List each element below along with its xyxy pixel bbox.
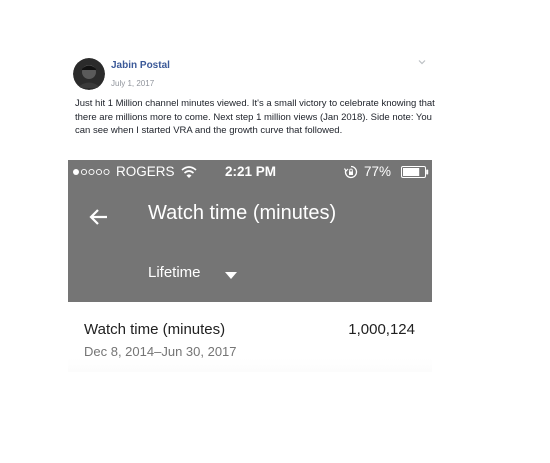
arrow-left-icon[interactable]: [87, 205, 111, 229]
metric-value: 1,000,124: [348, 321, 415, 338]
app-bar: Watch time (minutes) Lifetime: [68, 185, 432, 302]
author-name[interactable]: Jabin Postal: [111, 60, 170, 71]
facebook-post: Jabin Postal July 1, 2017 Just hit 1 Mil…: [0, 0, 550, 463]
rotation-lock-icon: [344, 165, 358, 179]
author-avatar[interactable]: [73, 58, 105, 90]
date-range-dropdown[interactable]: Lifetime: [148, 264, 201, 281]
wifi-icon: [181, 166, 197, 178]
battery-percent: 77%: [364, 164, 392, 179]
chevron-down-icon[interactable]: [418, 58, 426, 66]
carrier-name: ROGERS: [116, 164, 175, 179]
signal-dots-icon: [73, 168, 110, 176]
phone-screenshot: ROGERS 2:21 PM 77% Watch time (minutes) …: [68, 160, 432, 372]
status-time: 2:21 PM: [225, 164, 277, 179]
battery-icon: [401, 166, 429, 178]
status-bar: ROGERS 2:21 PM 77%: [68, 160, 432, 185]
metric-label: Watch time (minutes): [84, 321, 226, 338]
post-body-text: Just hit 1 Million channel minutes viewe…: [75, 98, 435, 137]
avatar-image: [73, 58, 105, 90]
caret-down-icon[interactable]: [225, 272, 237, 280]
metric-date-range: Dec 8, 2014–Jun 30, 2017: [84, 344, 237, 359]
post-date[interactable]: July 1, 2017: [111, 79, 154, 88]
page-title: Watch time (minutes): [148, 202, 337, 224]
